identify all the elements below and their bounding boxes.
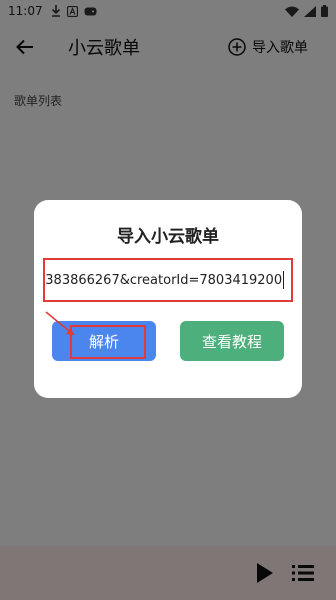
- view-tutorial-button[interactable]: 查看教程: [180, 321, 284, 361]
- import-dialog: 导入小云歌单 6383866267&creatorId=7803419200 解…: [34, 200, 302, 398]
- dialog-title: 导入小云歌单: [117, 227, 219, 247]
- screen: 11:07 小云歌单 导入歌单 歌单列表 导入小云歌单 6383866267&c…: [0, 0, 336, 600]
- view-tutorial-label: 查看教程: [201, 332, 262, 351]
- playlist-url-input[interactable]: 6383866267&creatorId=7803419200: [43, 258, 293, 302]
- playlist-url-value: 6383866267&creatorId=7803419200: [43, 272, 283, 288]
- parse-highlight-box: [70, 325, 146, 359]
- text-caret: [283, 271, 285, 289]
